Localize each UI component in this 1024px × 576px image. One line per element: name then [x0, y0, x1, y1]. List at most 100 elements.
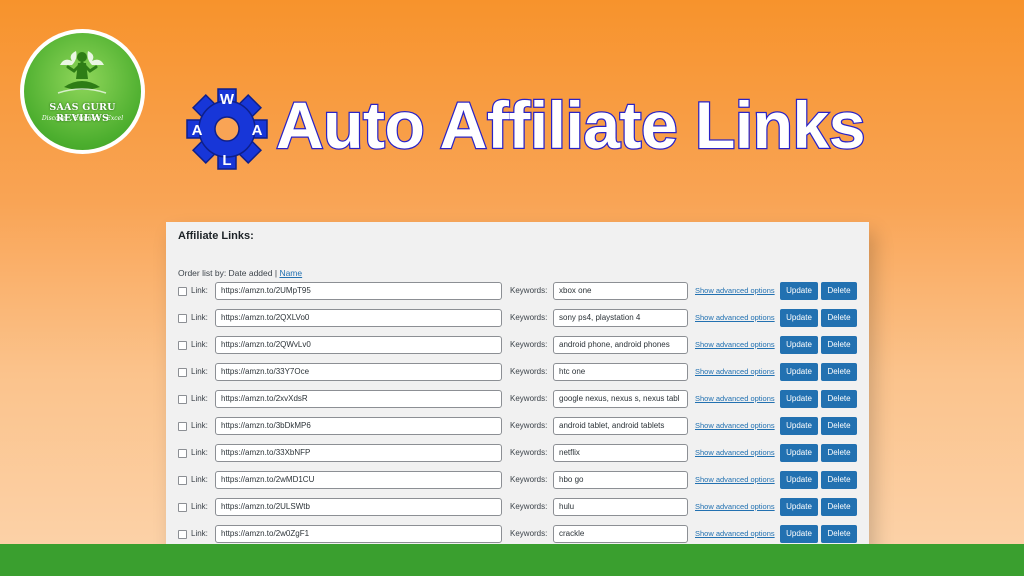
keywords-label: Keywords: — [510, 286, 548, 295]
show-advanced-options-link[interactable]: Show advanced options — [695, 282, 775, 300]
panel-title: Affiliate Links: — [178, 230, 254, 242]
update-button[interactable]: Update — [780, 282, 818, 300]
keywords-input[interactable]: htc one — [553, 363, 688, 381]
link-input[interactable]: https://amzn.to/2UMpT95 — [215, 282, 502, 300]
row-checkbox[interactable] — [178, 341, 187, 350]
affiliate-row: Link: https://amzn.to/2xvXdsR Keywords: … — [178, 390, 858, 417]
show-advanced-options-link[interactable]: Show advanced options — [695, 417, 775, 435]
row-checkbox[interactable] — [178, 287, 187, 296]
link-input[interactable]: https://amzn.to/33Y7Oce — [215, 363, 502, 381]
show-advanced-options-link[interactable]: Show advanced options — [695, 471, 775, 489]
update-button[interactable]: Update — [780, 525, 818, 543]
affiliate-row: Link: https://amzn.to/2wMD1CU Keywords: … — [178, 471, 858, 498]
link-input[interactable]: https://amzn.to/2w0ZgF1 — [215, 525, 502, 543]
link-label: Link: — [191, 394, 208, 403]
logo-circle: SAAS GURU REVIEWS Discover . Evaluate . … — [24, 33, 141, 150]
keywords-input[interactable]: android tablet, android tablets — [553, 417, 688, 435]
gear-letter-left: A — [192, 122, 203, 139]
update-button[interactable]: Update — [780, 444, 818, 462]
show-advanced-options-link[interactable]: Show advanced options — [695, 363, 775, 381]
update-button[interactable]: Update — [780, 363, 818, 381]
keywords-label: Keywords: — [510, 313, 548, 322]
show-advanced-options-link[interactable]: Show advanced options — [695, 309, 775, 327]
link-label: Link: — [191, 367, 208, 376]
keywords-input[interactable]: hulu — [553, 498, 688, 516]
keywords-label: Keywords: — [510, 367, 548, 376]
delete-button[interactable]: Delete — [821, 498, 857, 516]
keywords-label: Keywords: — [510, 340, 548, 349]
link-label: Link: — [191, 502, 208, 511]
show-advanced-options-link[interactable]: Show advanced options — [695, 336, 775, 354]
affiliate-row: Link: https://amzn.to/33XbNFP Keywords: … — [178, 444, 858, 471]
order-by-name-link[interactable]: Name — [279, 268, 302, 278]
link-input[interactable]: https://amzn.to/2wMD1CU — [215, 471, 502, 489]
bottom-green-band — [0, 544, 1024, 576]
link-input[interactable]: https://amzn.to/3bDkMP6 — [215, 417, 502, 435]
keywords-input[interactable]: netflix — [553, 444, 688, 462]
row-checkbox[interactable] — [178, 314, 187, 323]
row-checkbox[interactable] — [178, 530, 187, 539]
link-label: Link: — [191, 529, 208, 538]
keywords-label: Keywords: — [510, 502, 548, 511]
affiliate-rows: Link: https://amzn.to/2UMpT95 Keywords: … — [178, 282, 858, 552]
order-by-line: Order list by: Date added | Name — [178, 268, 857, 279]
delete-button[interactable]: Delete — [821, 363, 857, 381]
show-advanced-options-link[interactable]: Show advanced options — [695, 498, 775, 516]
show-advanced-options-link[interactable]: Show advanced options — [695, 525, 775, 543]
logo-badge: SAAS GURU REVIEWS Discover . Evaluate . … — [20, 29, 145, 154]
link-input[interactable]: https://amzn.to/2QWvLv0 — [215, 336, 502, 354]
gear-letter-right: A — [252, 122, 263, 139]
link-input[interactable]: https://amzn.to/2QXLVo0 — [215, 309, 502, 327]
row-checkbox[interactable] — [178, 422, 187, 431]
update-button[interactable]: Update — [780, 498, 818, 516]
affiliate-row: Link: https://amzn.to/2ULSWtb Keywords: … — [178, 498, 858, 525]
logo-tagline: Discover . Evaluate . Excel — [41, 115, 124, 122]
link-label: Link: — [191, 475, 208, 484]
update-button[interactable]: Update — [780, 336, 818, 354]
update-button[interactable]: Update — [780, 471, 818, 489]
link-input[interactable]: https://amzn.to/2xvXdsR — [215, 390, 502, 408]
update-button[interactable]: Update — [780, 417, 818, 435]
delete-button[interactable]: Delete — [821, 417, 857, 435]
row-checkbox[interactable] — [178, 476, 187, 485]
link-input[interactable]: https://amzn.to/2ULSWtb — [215, 498, 502, 516]
link-label: Link: — [191, 286, 208, 295]
keywords-label: Keywords: — [510, 394, 548, 403]
link-label: Link: — [191, 340, 208, 349]
update-button[interactable]: Update — [780, 390, 818, 408]
row-checkbox[interactable] — [178, 449, 187, 458]
order-by-prefix: Order list by: Date added | — [178, 268, 280, 278]
keywords-input[interactable]: crackle — [553, 525, 688, 543]
affiliate-row: Link: https://amzn.to/2QXLVo0 Keywords: … — [178, 309, 858, 336]
row-checkbox[interactable] — [178, 395, 187, 404]
row-checkbox[interactable] — [178, 503, 187, 512]
keywords-input[interactable]: android phone, android phones — [553, 336, 688, 354]
keywords-input[interactable]: google nexus, nexus s, nexus tabl — [553, 390, 688, 408]
delete-button[interactable]: Delete — [821, 390, 857, 408]
delete-button[interactable]: Delete — [821, 309, 857, 327]
affiliate-row: Link: https://amzn.to/3bDkMP6 Keywords: … — [178, 417, 858, 444]
keywords-label: Keywords: — [510, 421, 548, 430]
keywords-label: Keywords: — [510, 475, 548, 484]
show-advanced-options-link[interactable]: Show advanced options — [695, 444, 775, 462]
update-button[interactable]: Update — [780, 309, 818, 327]
delete-button[interactable]: Delete — [821, 525, 857, 543]
link-label: Link: — [191, 448, 208, 457]
keywords-input[interactable]: hbo go — [553, 471, 688, 489]
delete-button[interactable]: Delete — [821, 282, 857, 300]
link-input[interactable]: https://amzn.to/33XbNFP — [215, 444, 502, 462]
delete-button[interactable]: Delete — [821, 471, 857, 489]
gear-letter-top: W — [220, 91, 235, 108]
keywords-input[interactable]: sony ps4, playstation 4 — [553, 309, 688, 327]
affiliate-row: Link: https://amzn.to/2UMpT95 Keywords: … — [178, 282, 858, 309]
gear-letter-bottom: L — [222, 152, 231, 169]
affiliate-row: Link: https://amzn.to/33Y7Oce Keywords: … — [178, 363, 858, 390]
row-checkbox[interactable] — [178, 368, 187, 377]
show-advanced-options-link[interactable]: Show advanced options — [695, 390, 775, 408]
keywords-input[interactable]: xbox one — [553, 282, 688, 300]
delete-button[interactable]: Delete — [821, 336, 857, 354]
delete-button[interactable]: Delete — [821, 444, 857, 462]
keywords-label: Keywords: — [510, 448, 548, 457]
link-label: Link: — [191, 421, 208, 430]
affiliate-row: Link: https://amzn.to/2QWvLv0 Keywords: … — [178, 336, 858, 363]
